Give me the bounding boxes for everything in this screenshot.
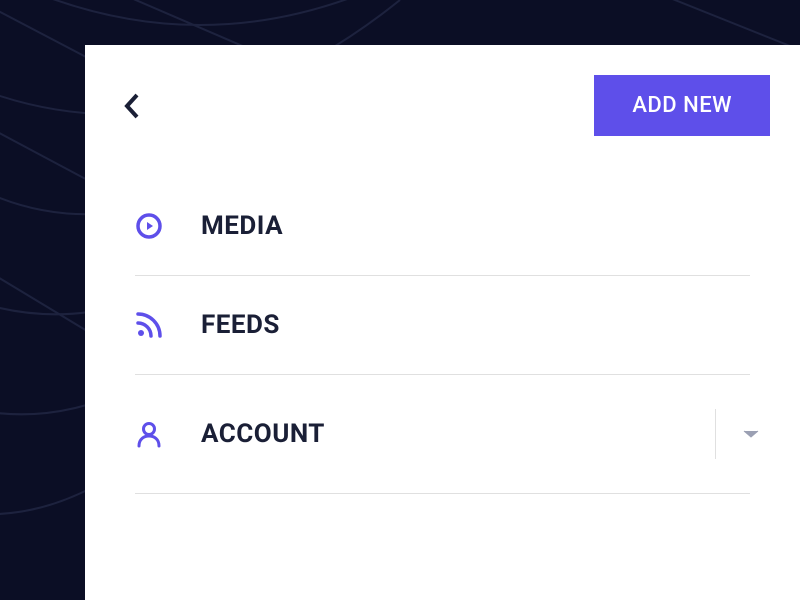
main-panel: ADD NEW MEDIA FEEDS <box>85 45 800 600</box>
play-circle-icon <box>135 212 163 240</box>
menu-label-feeds: FEEDS <box>201 310 280 340</box>
rss-icon <box>135 311 163 339</box>
person-icon <box>135 420 163 448</box>
back-button[interactable] <box>115 84 149 128</box>
menu-item-feeds[interactable]: FEEDS <box>135 276 750 375</box>
add-new-button[interactable]: ADD NEW <box>594 75 770 136</box>
chevron-down-icon <box>742 428 760 440</box>
menu-item-media[interactable]: MEDIA <box>135 211 750 276</box>
panel-header: ADD NEW <box>85 45 800 166</box>
menu-label-media: MEDIA <box>201 211 283 241</box>
menu-list: MEDIA FEEDS ACCOUNT <box>85 166 800 494</box>
menu-label-account: ACCOUNT <box>201 419 325 449</box>
menu-item-account[interactable]: ACCOUNT <box>135 375 750 494</box>
chevron-left-icon <box>123 92 141 120</box>
account-dropdown-toggle[interactable] <box>715 409 760 459</box>
